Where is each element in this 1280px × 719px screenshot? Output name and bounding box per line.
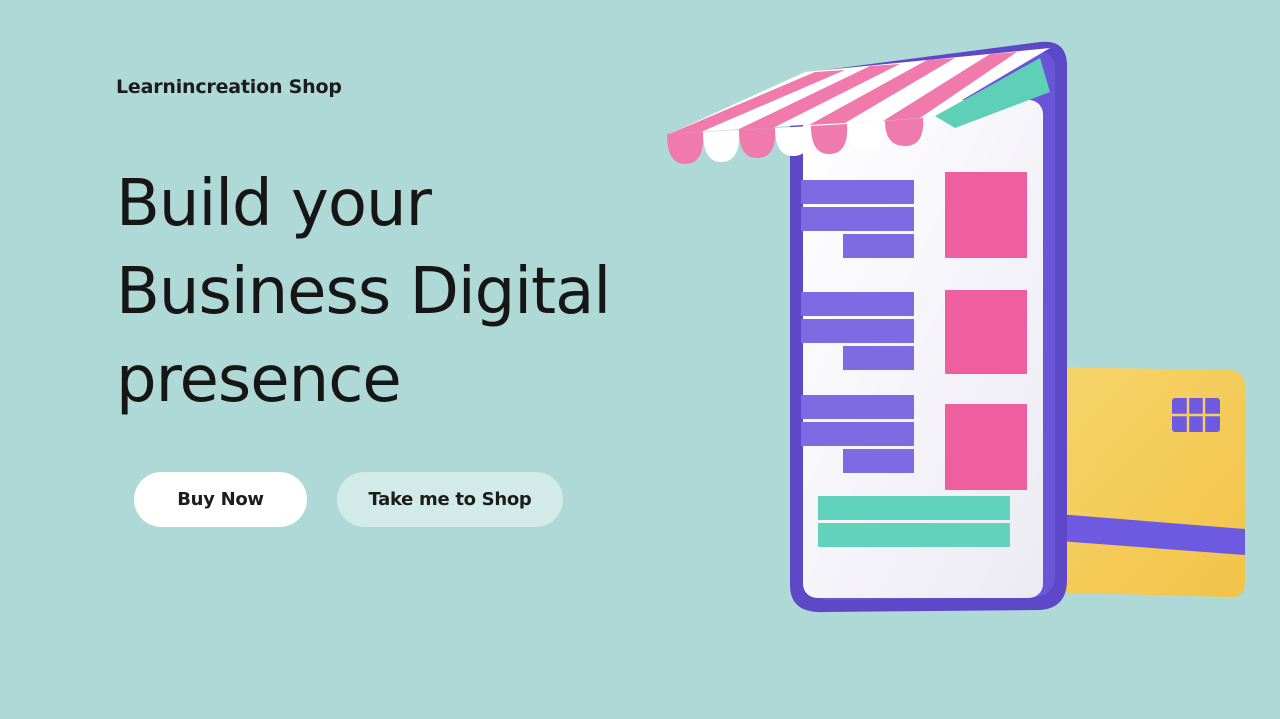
headline-line-1: Build your [116,167,432,241]
online-store-phone-illustration [667,41,1245,613]
brand-name: Learnincreation Shop [116,76,342,98]
headline-line-3: presence [116,343,402,417]
headline-line-2: Business Digital [116,255,611,329]
buy-now-button[interactable]: Buy Now [134,472,307,527]
take-me-to-shop-button[interactable]: Take me to Shop [337,472,563,527]
product-tiles [945,172,1027,490]
product-list-bars [801,180,914,473]
hero-headline: Build your Business Digital presence [116,160,716,424]
card-chip-icon [1172,398,1220,432]
